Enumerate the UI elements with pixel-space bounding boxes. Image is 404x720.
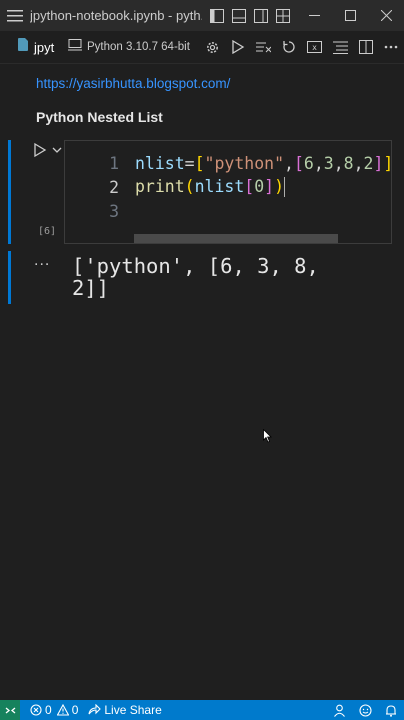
editor-tab[interactable]: jpyt [0, 31, 62, 64]
maximize-icon[interactable] [332, 0, 368, 31]
close-icon[interactable] [368, 0, 404, 31]
chevron-down-icon[interactable] [51, 143, 63, 155]
notebook-file-icon [18, 38, 28, 56]
code-token: nlist [194, 176, 245, 196]
title-bar: jpython-notebook.ipynb - pyth... [0, 0, 404, 31]
kernel-icon [68, 38, 82, 56]
warning-icon [56, 704, 69, 716]
execution-count: [6] [38, 226, 57, 237]
toggle-primary-sidebar-icon[interactable] [206, 0, 228, 31]
markdown-heading: Python Nested List [36, 109, 163, 125]
code-token: ] [373, 153, 384, 173]
minimize-icon[interactable] [296, 0, 332, 31]
menu-icon[interactable] [0, 0, 30, 31]
notifications-bell-icon[interactable] [378, 704, 404, 717]
feedback-icon[interactable] [352, 703, 378, 717]
code-token: ( [184, 176, 195, 196]
code-token: nlist [135, 153, 185, 173]
code-token: [ [293, 153, 304, 173]
code-line-1: 1 nlist=["python",[6,3,8,2]] [65, 151, 391, 175]
variables-icon[interactable]: x [302, 31, 328, 64]
kernel-picker[interactable]: Python 3.10.7 64-bit [68, 38, 190, 56]
horizontal-scrollbar[interactable] [134, 234, 338, 243]
code-line-2: 2 print(nlist[0]) [65, 175, 286, 199]
code-token: , [313, 153, 324, 173]
live-share-button[interactable]: Live Share [88, 703, 162, 717]
code-token: 8 [343, 153, 354, 173]
code-token: , [353, 153, 364, 173]
outline-icon[interactable] [327, 31, 353, 64]
line-number: 2 [109, 177, 119, 197]
kernel-label: Python 3.10.7 64-bit [87, 41, 190, 53]
cell-focus-indicator [8, 140, 11, 244]
code-token: [ [194, 153, 205, 173]
cell-output: ['python', [6, 3, 8, 2]] [72, 254, 332, 300]
status-bar: 0 0 Live Share [0, 700, 404, 720]
code-line-3: 3 [65, 199, 135, 223]
restart-icon[interactable] [276, 31, 302, 64]
problems-indicator[interactable]: 0 0 [30, 703, 78, 717]
code-token: , [333, 153, 344, 173]
run-all-icon[interactable] [225, 31, 251, 64]
code-editor[interactable]: 1 nlist=["python",[6,3,8,2]] 2 print(nli… [64, 140, 392, 244]
mouse-pointer-icon [263, 428, 272, 448]
live-share-label: Live Share [104, 703, 162, 717]
code-token: ) [274, 176, 285, 196]
code-token: ] [264, 176, 275, 196]
warning-count: 0 [71, 703, 79, 717]
remote-icon[interactable] [0, 700, 20, 720]
code-token: 2 [363, 153, 374, 173]
notebook-toolbar: jpyt Python 3.10.7 64-bit x [0, 31, 404, 64]
text-cursor [284, 177, 286, 198]
error-icon [30, 704, 42, 716]
clear-outputs-icon[interactable] [251, 31, 277, 64]
svg-text:x: x [312, 43, 317, 52]
code-token: print [135, 176, 185, 196]
more-actions-icon[interactable] [378, 31, 404, 64]
split-editor-icon[interactable] [353, 31, 379, 64]
line-number: 1 [109, 153, 119, 173]
code-token: 3 [323, 153, 334, 173]
code-token: , [284, 153, 294, 173]
output-menu-icon[interactable]: ... [34, 252, 50, 270]
line-number: 3 [109, 201, 119, 221]
code-token: "python" [204, 153, 285, 173]
toggle-panel-icon[interactable] [228, 0, 250, 31]
toggle-secondary-sidebar-icon[interactable] [250, 0, 272, 31]
code-token: 6 [303, 153, 314, 173]
tab-label: jpyt [34, 39, 55, 55]
customize-layout-icon[interactable] [272, 0, 294, 31]
run-cell-icon[interactable] [32, 142, 48, 158]
live-share-icon [88, 704, 102, 715]
output-focus-indicator [8, 251, 11, 304]
code-token: [ [244, 176, 255, 196]
code-token: = [184, 153, 195, 173]
code-token: 0 [254, 176, 265, 196]
settings-gear-icon[interactable] [200, 31, 226, 64]
window-title: jpython-notebook.ipynb - pyth... [30, 8, 202, 23]
accounts-icon[interactable] [326, 704, 352, 717]
blog-link[interactable]: https://yasirbhutta.blogspot.com/ [36, 76, 230, 91]
code-token: ] [383, 154, 391, 173]
error-count: 0 [45, 703, 52, 717]
